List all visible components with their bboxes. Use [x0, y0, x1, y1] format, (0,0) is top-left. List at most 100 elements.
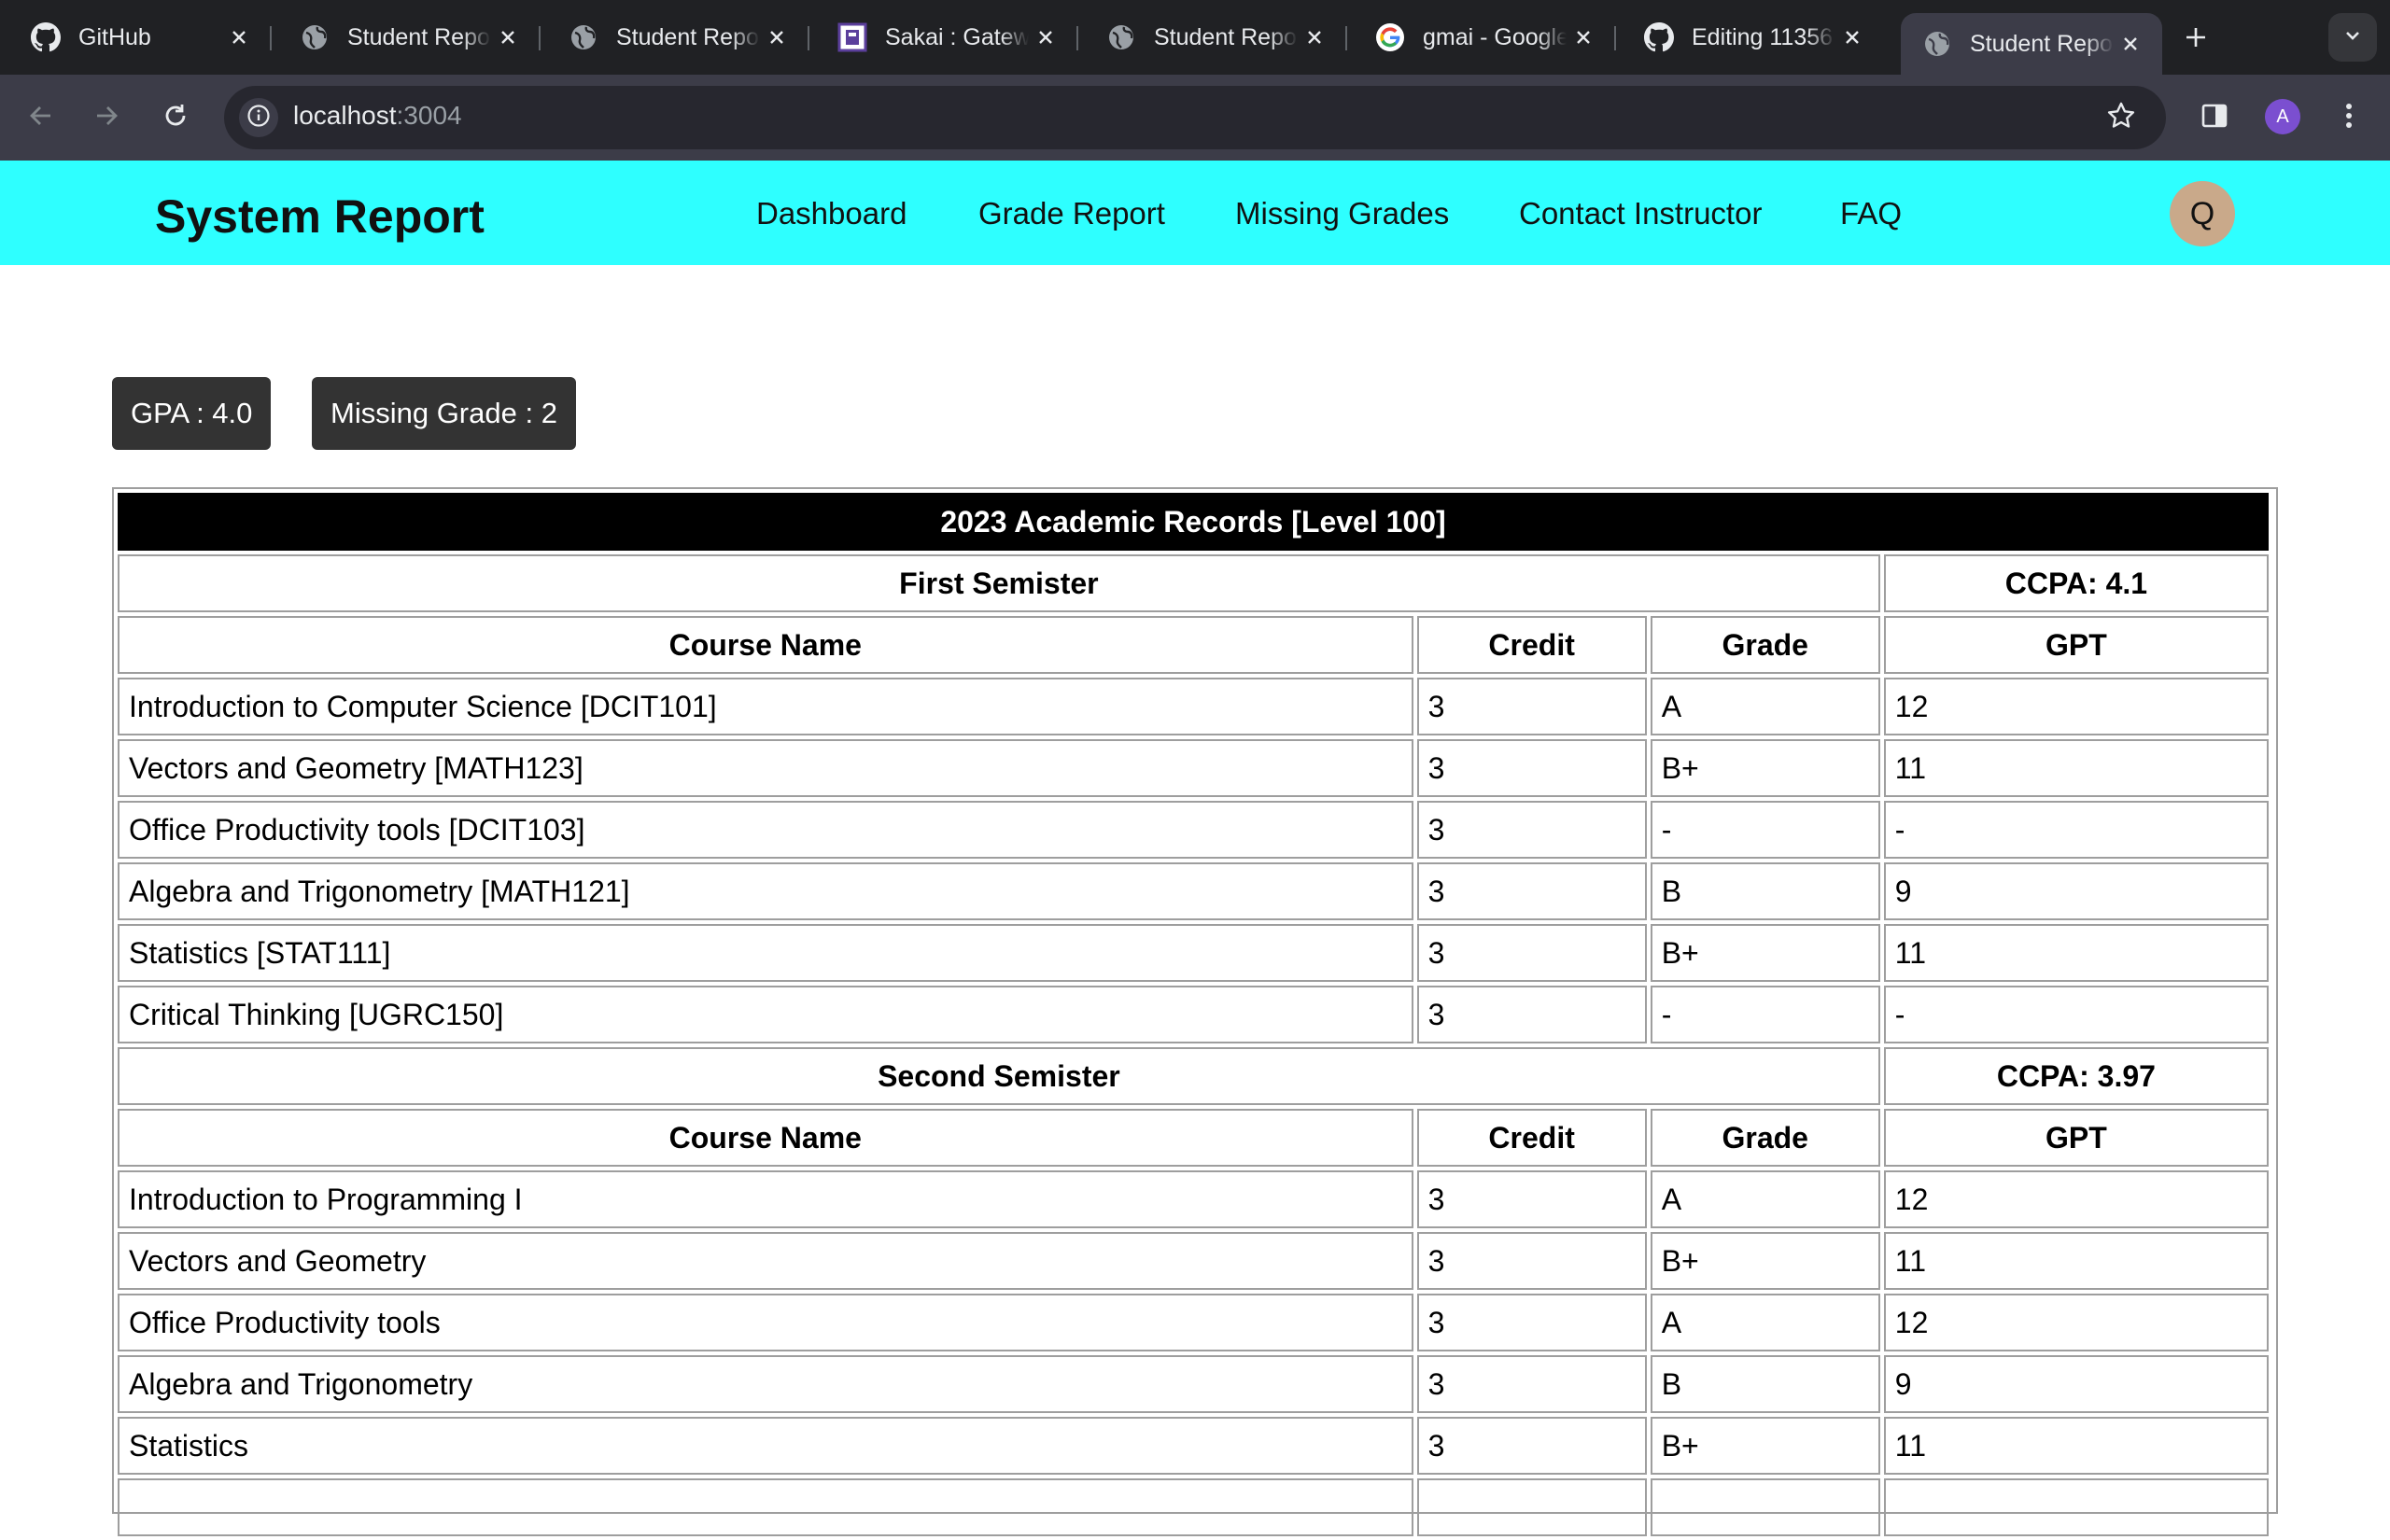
- nav-missing-grades[interactable]: Missing Grades: [1235, 196, 1449, 231]
- course-name-cell: Statistics [STAT111]: [118, 924, 1413, 982]
- gpt-cell: 9: [1883, 1355, 2269, 1413]
- credit-cell: [1416, 1478, 1647, 1536]
- credit-cell: 3: [1416, 1232, 1647, 1290]
- close-icon[interactable]: [1029, 21, 1062, 54]
- profile-avatar[interactable]: A: [2265, 99, 2300, 134]
- tab-search-button[interactable]: [2328, 13, 2377, 62]
- semester-header-row: Second Semister CCPA: 3.97: [118, 1047, 2269, 1105]
- user-avatar[interactable]: Q: [2170, 181, 2235, 246]
- table-row: [118, 1478, 2269, 1536]
- github-icon: [1643, 21, 1675, 53]
- chevron-down-icon: [2342, 25, 2363, 50]
- site-info-button[interactable]: [239, 98, 278, 137]
- course-name-cell: Vectors and Geometry [MATH123]: [118, 739, 1413, 797]
- close-icon[interactable]: [1298, 21, 1331, 54]
- browser-tab[interactable]: Student Report: [1085, 13, 1347, 62]
- close-icon[interactable]: [2114, 27, 2147, 61]
- nav-grade-report[interactable]: Grade Report: [978, 196, 1165, 231]
- close-icon[interactable]: [491, 21, 525, 54]
- browser-tab-active[interactable]: Student Report: [1901, 13, 2162, 75]
- grade-cell: -: [1650, 986, 1880, 1043]
- reload-icon: [161, 101, 190, 135]
- nav-dashboard[interactable]: Dashboard: [756, 196, 907, 231]
- google-icon: [1374, 21, 1406, 53]
- browser-tab[interactable]: gmai - Google Search: [1354, 13, 1616, 62]
- close-icon[interactable]: [760, 21, 794, 54]
- side-panel-button[interactable]: [2196, 99, 2233, 136]
- credit-cell: 3: [1416, 1355, 1647, 1413]
- tab-title: Student Report: [347, 23, 491, 50]
- browser-tab[interactable]: Editing 11356: [1623, 13, 1884, 62]
- bookmark-button[interactable]: [2102, 99, 2140, 136]
- new-tab-button[interactable]: [2175, 19, 2216, 56]
- globe-icon: [299, 21, 330, 53]
- tab-title: Student Report: [1970, 30, 2114, 57]
- grade-cell: A: [1650, 678, 1880, 735]
- sakai-icon: [836, 21, 868, 53]
- browser-tab[interactable]: Sakai : Gateway: [816, 13, 1078, 62]
- side-panel-icon: [2200, 102, 2228, 134]
- course-name-cell: Introduction to Programming I: [118, 1170, 1413, 1228]
- url-host: localhost: [293, 101, 397, 130]
- gpa-badge: GPA : 4.0: [112, 377, 272, 450]
- column-header-credit: Credit: [1416, 616, 1647, 674]
- browser-tab[interactable]: GitHub: [9, 13, 272, 62]
- close-icon[interactable]: [222, 21, 256, 54]
- credit-cell: 3: [1416, 986, 1647, 1043]
- browser-tab-strip: GitHub Student Report Student Report Sak…: [0, 0, 2390, 75]
- arrow-right-icon: [91, 101, 121, 135]
- gpt-cell: -: [1883, 801, 2269, 859]
- browser-tab[interactable]: Student Report: [278, 13, 541, 62]
- reload-button[interactable]: [157, 99, 194, 136]
- column-header-row: Course Name Credit Grade GPT: [118, 616, 2269, 674]
- grade-cell: B: [1650, 862, 1880, 920]
- credit-cell: 3: [1416, 862, 1647, 920]
- back-button[interactable]: [22, 99, 60, 136]
- grade-cell: A: [1650, 1294, 1880, 1351]
- grade-cell: B+: [1650, 1232, 1880, 1290]
- tab-separator: [808, 26, 809, 50]
- nav-contact-instructor[interactable]: Contact Instructor: [1519, 196, 1762, 231]
- gpt-cell: [1883, 1478, 2269, 1536]
- missing-grade-badge: Missing Grade : 2: [312, 377, 576, 450]
- info-icon: [246, 104, 271, 133]
- address-bar-url[interactable]: localhost:3004: [293, 101, 462, 131]
- column-header-row: Course Name Credit Grade GPT: [118, 1109, 2269, 1167]
- academic-records-table: 2023 Academic Records [Level 100] First …: [112, 487, 2278, 1536]
- table-row: Office Productivity tools 3 A 12: [118, 1294, 2269, 1351]
- tab-title: Editing 11356: [1692, 23, 1834, 50]
- table-row: Critical Thinking [UGRC150] 3 - -: [118, 986, 2269, 1043]
- globe-icon: [568, 21, 599, 53]
- app-brand[interactable]: System Report: [155, 189, 485, 244]
- globe-icon: [1921, 28, 1953, 60]
- column-header-gpt: GPT: [1883, 616, 2269, 674]
- gpt-cell: 11: [1883, 1417, 2269, 1475]
- gpt-cell: 12: [1883, 1294, 2269, 1351]
- gpt-cell: -: [1883, 986, 2269, 1043]
- grade-cell: B+: [1650, 924, 1880, 982]
- nav-faq[interactable]: FAQ: [1840, 196, 1902, 231]
- globe-icon: [1105, 21, 1137, 53]
- semester-header-row: First Semister CCPA: 4.1: [118, 554, 2269, 612]
- credit-cell: 3: [1416, 739, 1647, 797]
- forward-button[interactable]: [88, 99, 125, 136]
- course-name-cell: Algebra and Trigonometry: [118, 1355, 1413, 1413]
- course-name-cell: Introduction to Computer Science [DCIT10…: [118, 678, 1413, 735]
- course-name-cell: [118, 1478, 1413, 1536]
- course-name-cell: Office Productivity tools [DCIT103]: [118, 801, 1413, 859]
- close-icon[interactable]: [1835, 21, 1869, 54]
- grade-cell: -: [1650, 801, 1880, 859]
- gpt-cell: 11: [1883, 739, 2269, 797]
- address-bar[interactable]: [224, 86, 2166, 149]
- column-header-credit: Credit: [1416, 1109, 1647, 1167]
- semester-name: First Semister: [118, 554, 1880, 612]
- browser-menu-button[interactable]: [2330, 99, 2368, 136]
- browser-tab[interactable]: Student Report: [547, 13, 809, 62]
- course-name-cell: Statistics: [118, 1417, 1413, 1475]
- close-icon[interactable]: [1567, 21, 1600, 54]
- table-row: Vectors and Geometry [MATH123] 3 B+ 11: [118, 739, 2269, 797]
- column-header-gpt: GPT: [1883, 1109, 2269, 1167]
- credit-cell: 3: [1416, 678, 1647, 735]
- arrow-left-icon: [26, 101, 56, 135]
- tab-separator: [1345, 26, 1347, 50]
